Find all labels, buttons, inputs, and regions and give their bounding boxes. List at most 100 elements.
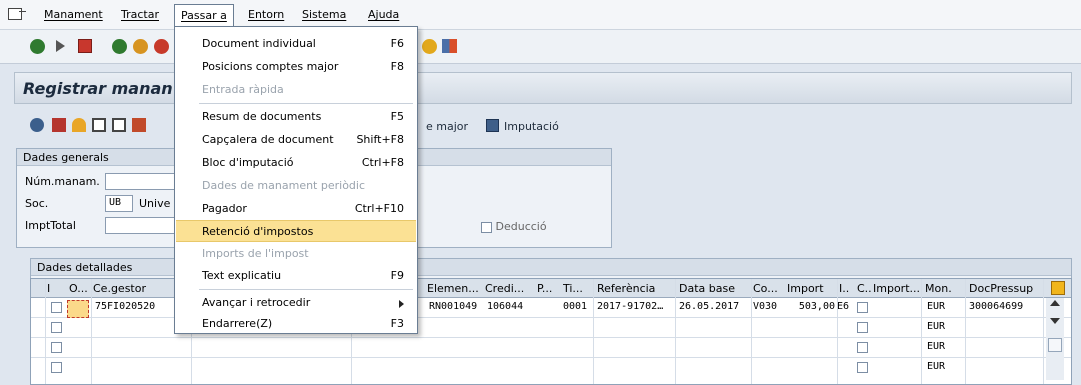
menu-posicions-comptes-major[interactable]: Posicions comptes major F8 (176, 56, 416, 78)
cell-ti[interactable]: 0001 (563, 301, 587, 312)
col-currency[interactable]: Mon. (925, 282, 959, 295)
menu-item-shortcut: Shift+F8 (356, 133, 404, 146)
col-import[interactable]: Import (787, 282, 827, 295)
menu-pagador[interactable]: Pagador Ctrl+F10 (176, 198, 416, 220)
cell-currency[interactable]: EUR (927, 321, 945, 332)
passar-a-dropdown: Document individual F6 Posicions comptes… (174, 26, 418, 334)
scroll-up-icon[interactable] (1050, 300, 1060, 306)
company-label: Soc. (25, 197, 49, 210)
gl-positions-link[interactable]: e major (426, 120, 468, 133)
help-icon[interactable] (422, 39, 437, 54)
screen-title-bar: Registrar manan (14, 72, 1072, 104)
back-icon[interactable] (112, 39, 127, 54)
menu-text-explicatiu[interactable]: Text explicatiu F9 (176, 265, 416, 287)
play-icon[interactable] (56, 40, 65, 52)
menu-passar-a[interactable]: Passar a (174, 4, 234, 26)
menu-item-label: Avançar i retrocedir (202, 296, 311, 309)
col-element[interactable]: Elemen... (427, 282, 483, 295)
cell-base-date[interactable]: 26.05.2017 (679, 301, 739, 312)
cell-co[interactable]: V030 (753, 301, 777, 312)
total-amount-label: ImptTotal (25, 219, 76, 232)
menu-item-label: Capçalera de document (202, 133, 334, 146)
save-icon[interactable] (78, 39, 92, 53)
document-icon[interactable] (132, 118, 146, 132)
cell-import[interactable]: 503,00 (791, 301, 835, 312)
col-o[interactable]: O... (69, 282, 93, 295)
print-icon[interactable] (52, 118, 66, 132)
row-c-checkbox[interactable] (857, 362, 868, 373)
cell-currency[interactable]: EUR (927, 341, 945, 352)
menu-retencio-impostos[interactable]: Retenció d'impostos (176, 220, 416, 242)
row-select-checkbox[interactable] (51, 362, 62, 373)
cell-i[interactable]: E6 (837, 301, 849, 312)
deduction-checkbox[interactable] (481, 221, 492, 233)
col-c[interactable]: C.. (857, 282, 871, 295)
col-credit[interactable]: Credi... (485, 282, 533, 295)
page-title: Registrar manan (23, 79, 173, 98)
menu-entorn[interactable]: Entorn (248, 8, 284, 21)
col-ti[interactable]: Ti... (563, 282, 589, 295)
col-budget-doc[interactable]: DocPressup (969, 282, 1039, 295)
row-select-checkbox[interactable] (51, 322, 62, 333)
table-row[interactable]: EUR (31, 359, 1071, 378)
col-i2[interactable]: I.. (839, 282, 853, 295)
delete-icon[interactable] (92, 118, 106, 132)
standard-toolbar (0, 30, 1081, 64)
menu-item-shortcut: Ctrl+F10 (354, 202, 404, 215)
deduction-label: Deducció (495, 220, 547, 233)
active-cell[interactable] (67, 300, 89, 318)
row-c-checkbox[interactable] (857, 302, 868, 313)
row-c-checkbox[interactable] (857, 342, 868, 353)
imputation-link[interactable]: Imputació (504, 120, 559, 133)
menu-avancar-retrocedir[interactable]: Avançar i retrocedir (176, 292, 416, 314)
cell-currency[interactable]: EUR (927, 301, 945, 312)
menu-resum-documents[interactable]: Resum de documents F5 (176, 106, 416, 128)
scroll-thumb[interactable] (1048, 338, 1062, 352)
total-amount-input[interactable] (105, 217, 175, 234)
menu-item-label: Bloc d'imputació (202, 156, 294, 169)
col-import2[interactable]: Import... (873, 282, 919, 295)
col-i[interactable]: I (47, 282, 57, 295)
cell-reference[interactable]: 2017-91702… (597, 301, 673, 312)
row-select-checkbox[interactable] (51, 342, 62, 353)
cell-currency[interactable]: EUR (927, 361, 945, 372)
menu-document-individual[interactable]: Document individual F6 (176, 33, 416, 55)
menu-item-shortcut: F6 (390, 37, 404, 50)
menu-manament[interactable]: Manament (44, 8, 103, 21)
menu-bar: Manament Tractar Passar a Entorn Sistema… (0, 0, 1081, 30)
col-reference[interactable]: Referència (597, 282, 673, 295)
menu-bloc-imputacio[interactable]: Bloc d'imputació Ctrl+F8 (176, 152, 416, 174)
menu-tractar[interactable]: Tractar (121, 8, 159, 21)
scroll-down-icon[interactable] (1050, 318, 1060, 324)
doc-number-input[interactable] (105, 173, 179, 190)
menu-endarrere[interactable]: Endarrere(Z) F3 (176, 313, 416, 333)
col-co[interactable]: Co... (753, 282, 783, 295)
table-settings-icon[interactable] (1051, 281, 1065, 295)
menu-item-label: Entrada ràpida (202, 83, 284, 96)
menu-capcalera-document[interactable]: Capçalera de document Shift+F8 (176, 129, 416, 151)
cell-budget-doc[interactable]: 300064699 (969, 301, 1023, 312)
col-p[interactable]: P... (537, 282, 557, 295)
row-c-checkbox[interactable] (857, 322, 868, 333)
overview-icon[interactable] (30, 118, 44, 132)
user-icon[interactable] (72, 118, 86, 132)
company-input[interactable]: UB (105, 195, 133, 212)
menu-item-label: Retenció d'impostos (202, 225, 314, 238)
col-base-date[interactable]: Data base (679, 282, 749, 295)
table-scrollbar[interactable] (1046, 298, 1064, 380)
menu-item-label: Pagador (202, 202, 247, 215)
system-menu-icon[interactable] (8, 8, 26, 20)
menu-ajuda[interactable]: Ajuda (368, 8, 399, 21)
table-row[interactable]: EUR (31, 339, 1071, 358)
imputation-icon[interactable] (486, 119, 499, 132)
cell-credit[interactable]: 106044 (487, 301, 523, 312)
copy-icon[interactable] (112, 118, 126, 132)
check-icon[interactable] (30, 39, 45, 54)
cancel-icon[interactable] (154, 39, 169, 54)
application-toolbar: e major Imputació (14, 112, 1072, 140)
exit-icon[interactable] (133, 39, 148, 54)
row-select-checkbox[interactable] (51, 302, 62, 313)
cell-element[interactable]: RN001049 (429, 301, 477, 312)
menu-sistema[interactable]: Sistema (302, 8, 346, 21)
layout-icon[interactable] (442, 39, 457, 53)
